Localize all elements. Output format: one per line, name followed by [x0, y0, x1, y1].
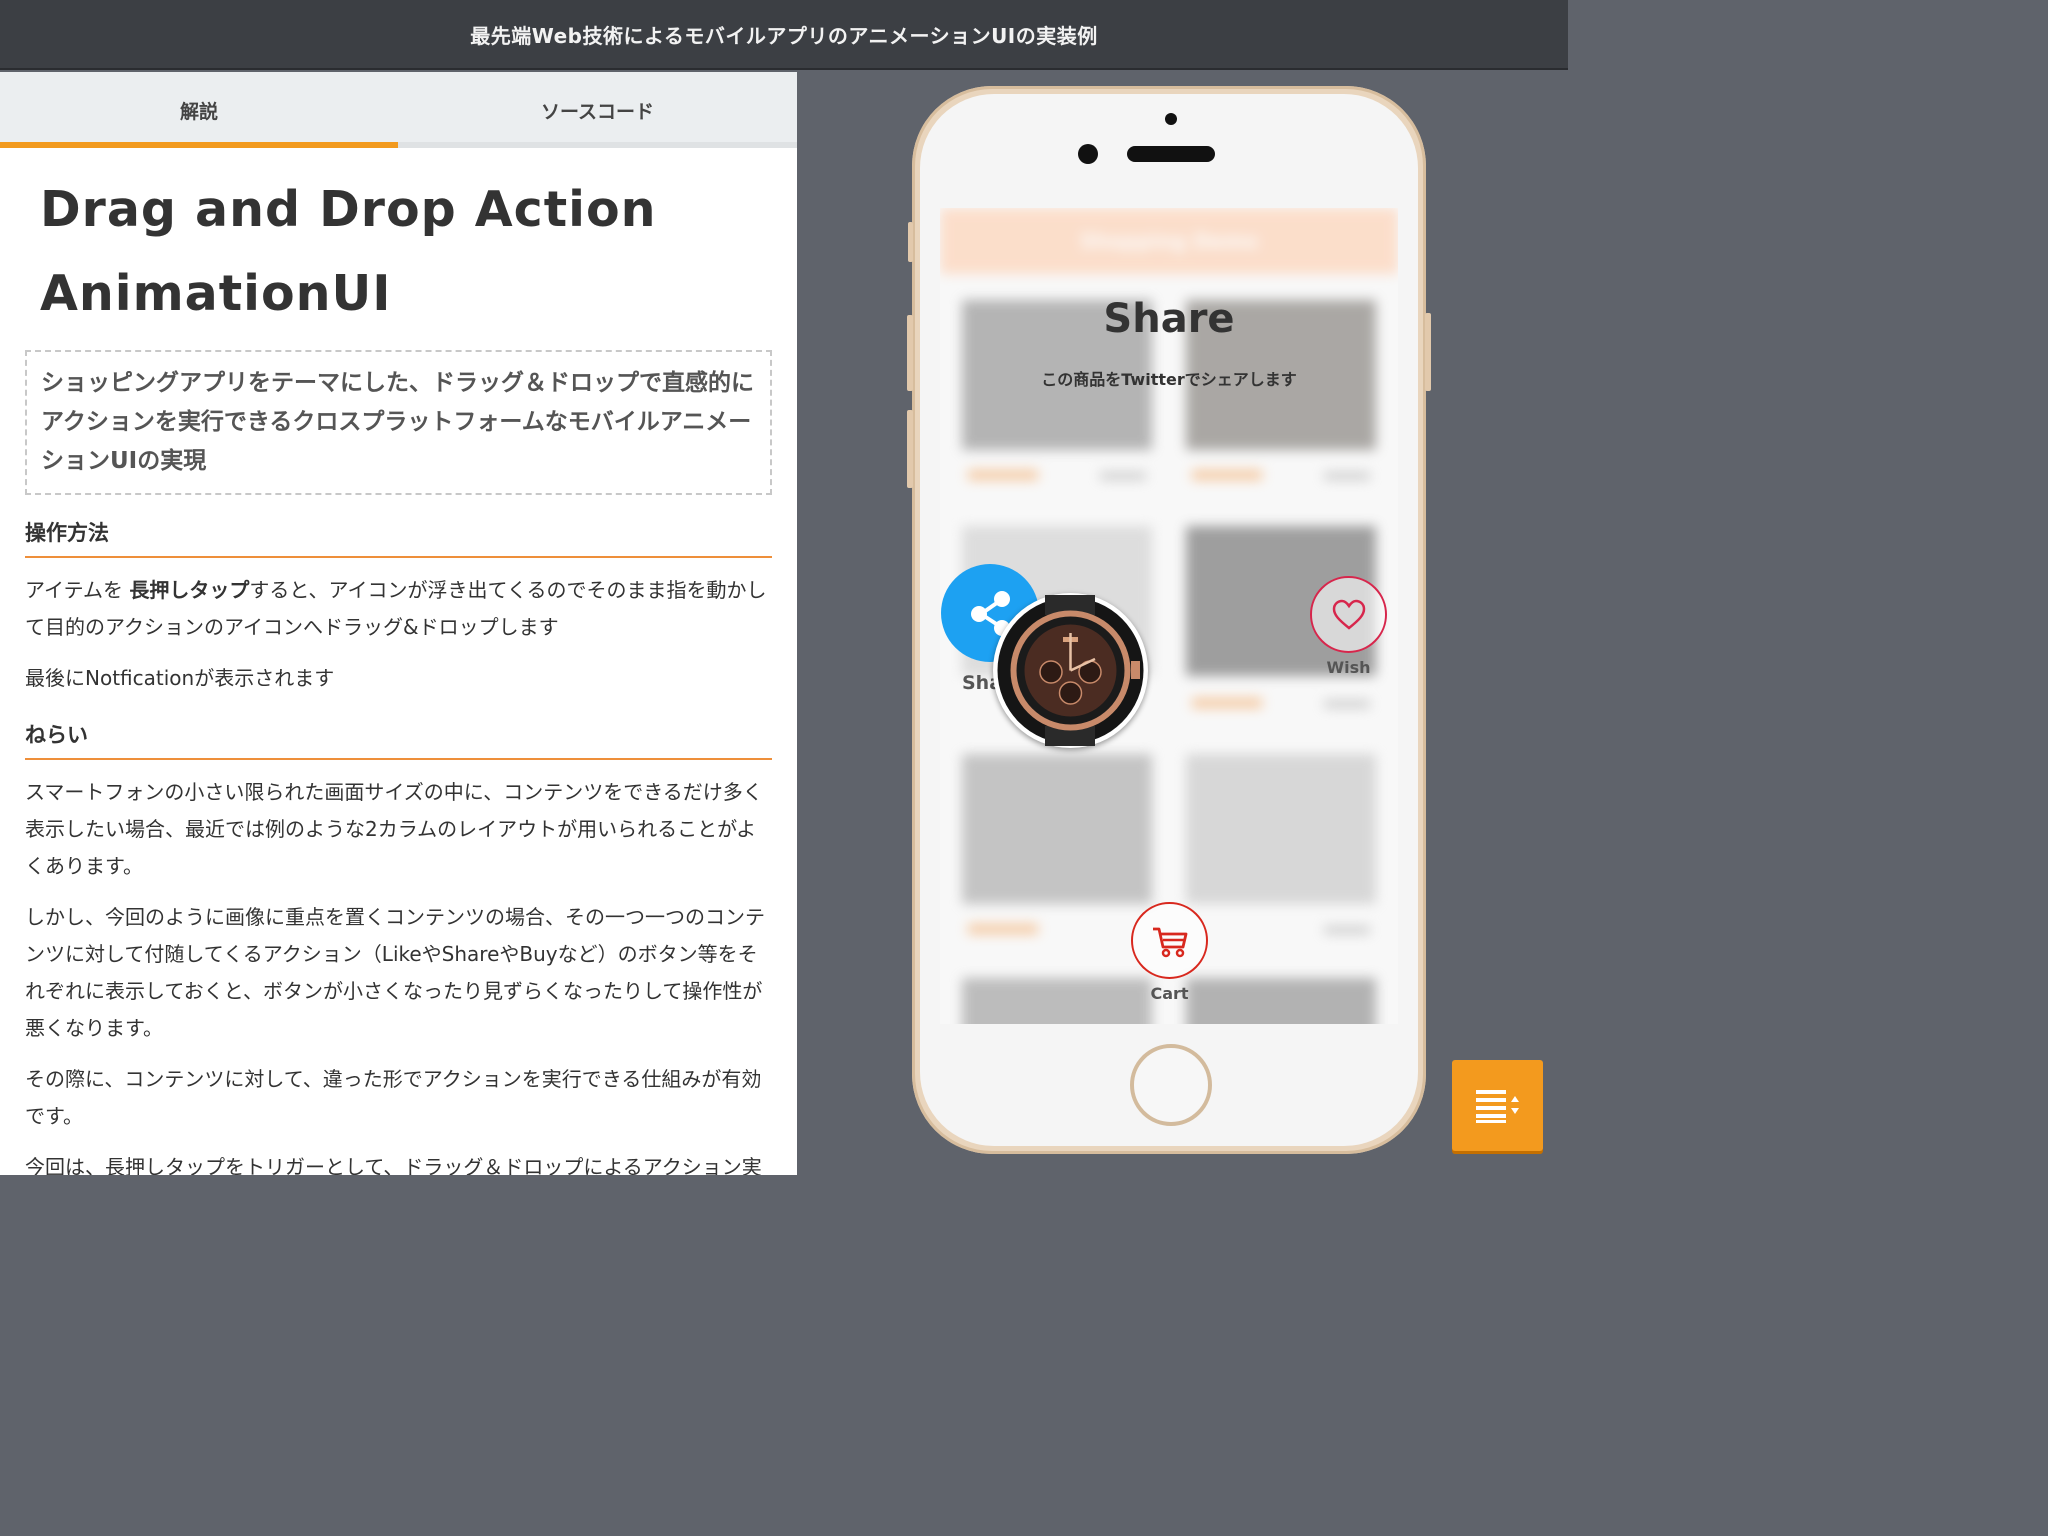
phone-camera [1078, 144, 1098, 164]
phone-volume-up [907, 315, 913, 391]
phone-power-button [1425, 313, 1431, 391]
article-title-line-1: Drag and Drop Action [40, 181, 657, 238]
drop-target-description: この商品をTwitterでシェアします [1041, 370, 1297, 389]
section-heading-aim: ねらい [25, 719, 772, 760]
phone-front-sensor [1165, 113, 1177, 125]
list-sort-icon [1475, 1089, 1519, 1123]
phone-speaker [1127, 146, 1215, 162]
phone-mute-switch [908, 222, 913, 262]
product-meta [1324, 926, 1370, 934]
cart-action-button[interactable] [1131, 902, 1208, 979]
product-price [968, 924, 1038, 934]
product-meta [1324, 700, 1370, 708]
app-header: Shopping Demo [940, 208, 1398, 274]
product-meta [1100, 472, 1146, 480]
tab-divider [398, 142, 797, 148]
wish-action-button[interactable] [1310, 576, 1387, 653]
usage-paragraph: アイテムを 長押しタップすると、アイコンが浮き出てくるのでそのまま指を動かして目… [25, 572, 772, 646]
product-tile [1186, 754, 1376, 904]
lead-box: ショッピングアプリをテーマにした、ドラッグ＆ドロップで直感的にアクションを実行で… [25, 350, 772, 495]
page-header-title: 最先端Web技術によるモバイルアプリのアニメーションUIの実装例 [470, 23, 1098, 48]
product-tile [962, 978, 1152, 1024]
tab-explanation[interactable]: 解説 [0, 72, 398, 148]
notification-paragraph: 最後にNotficationが表示されます [25, 666, 335, 690]
product-price [1192, 698, 1262, 708]
tab-bar: 解説 ソースコード [0, 72, 797, 148]
product-tile [1186, 978, 1376, 1024]
drop-target-title: Share [1103, 296, 1235, 342]
dragged-product-watch[interactable] [993, 593, 1148, 748]
product-tile [962, 754, 1152, 904]
aim-paragraph-3: その際に、コンテンツに対して、違った形でアクションを実行できる仕組みが有効です。 [25, 1067, 762, 1128]
aim-paragraph-1: スマートフォンの小さい限られた画面サイズの中に、コンテンツをできるだけ多く表示し… [25, 780, 763, 878]
usage-text-before: アイテムを [25, 578, 130, 602]
article-title: Drag and Drop Action AnimationUI [25, 168, 772, 336]
aim-paragraph-4: 今回は、長押しタップをトリガーとして、ドラッグ＆ドロップによるアクション実行とい… [25, 1155, 762, 1175]
cart-icon [1152, 927, 1187, 957]
menu-toggle-button[interactable] [1452, 1060, 1543, 1151]
product-price [1192, 470, 1262, 480]
product-meta [1324, 472, 1370, 480]
aim-paragraph-2: しかし、今回のように画像に重点を置くコンテンツの場合、その一つ一つのコンテンツに… [25, 905, 765, 1040]
heart-icon [1332, 599, 1365, 630]
wish-action-label: Wish [1326, 658, 1371, 677]
active-tab-indicator [0, 142, 398, 148]
phone-home-button[interactable] [1130, 1044, 1212, 1126]
cart-action-label: Cart [1150, 984, 1189, 1003]
article-content[interactable]: Drag and Drop Action AnimationUI ショッピングア… [25, 168, 772, 1175]
section-heading-usage: 操作方法 [25, 517, 772, 558]
article-panel: 解説 ソースコード Drag and Drop Action Animation… [0, 72, 797, 1175]
usage-text-bold: 長押しタップ [129, 578, 250, 602]
tab-source-code[interactable]: ソースコード [398, 72, 797, 148]
product-price [968, 470, 1038, 480]
article-title-line-2: AnimationUI [40, 265, 392, 322]
top-bar: 最先端Web技術によるモバイルアプリのアニメーションUIの実装例 [0, 0, 1568, 70]
phone-volume-down [907, 410, 913, 488]
watch-image [997, 595, 1144, 746]
